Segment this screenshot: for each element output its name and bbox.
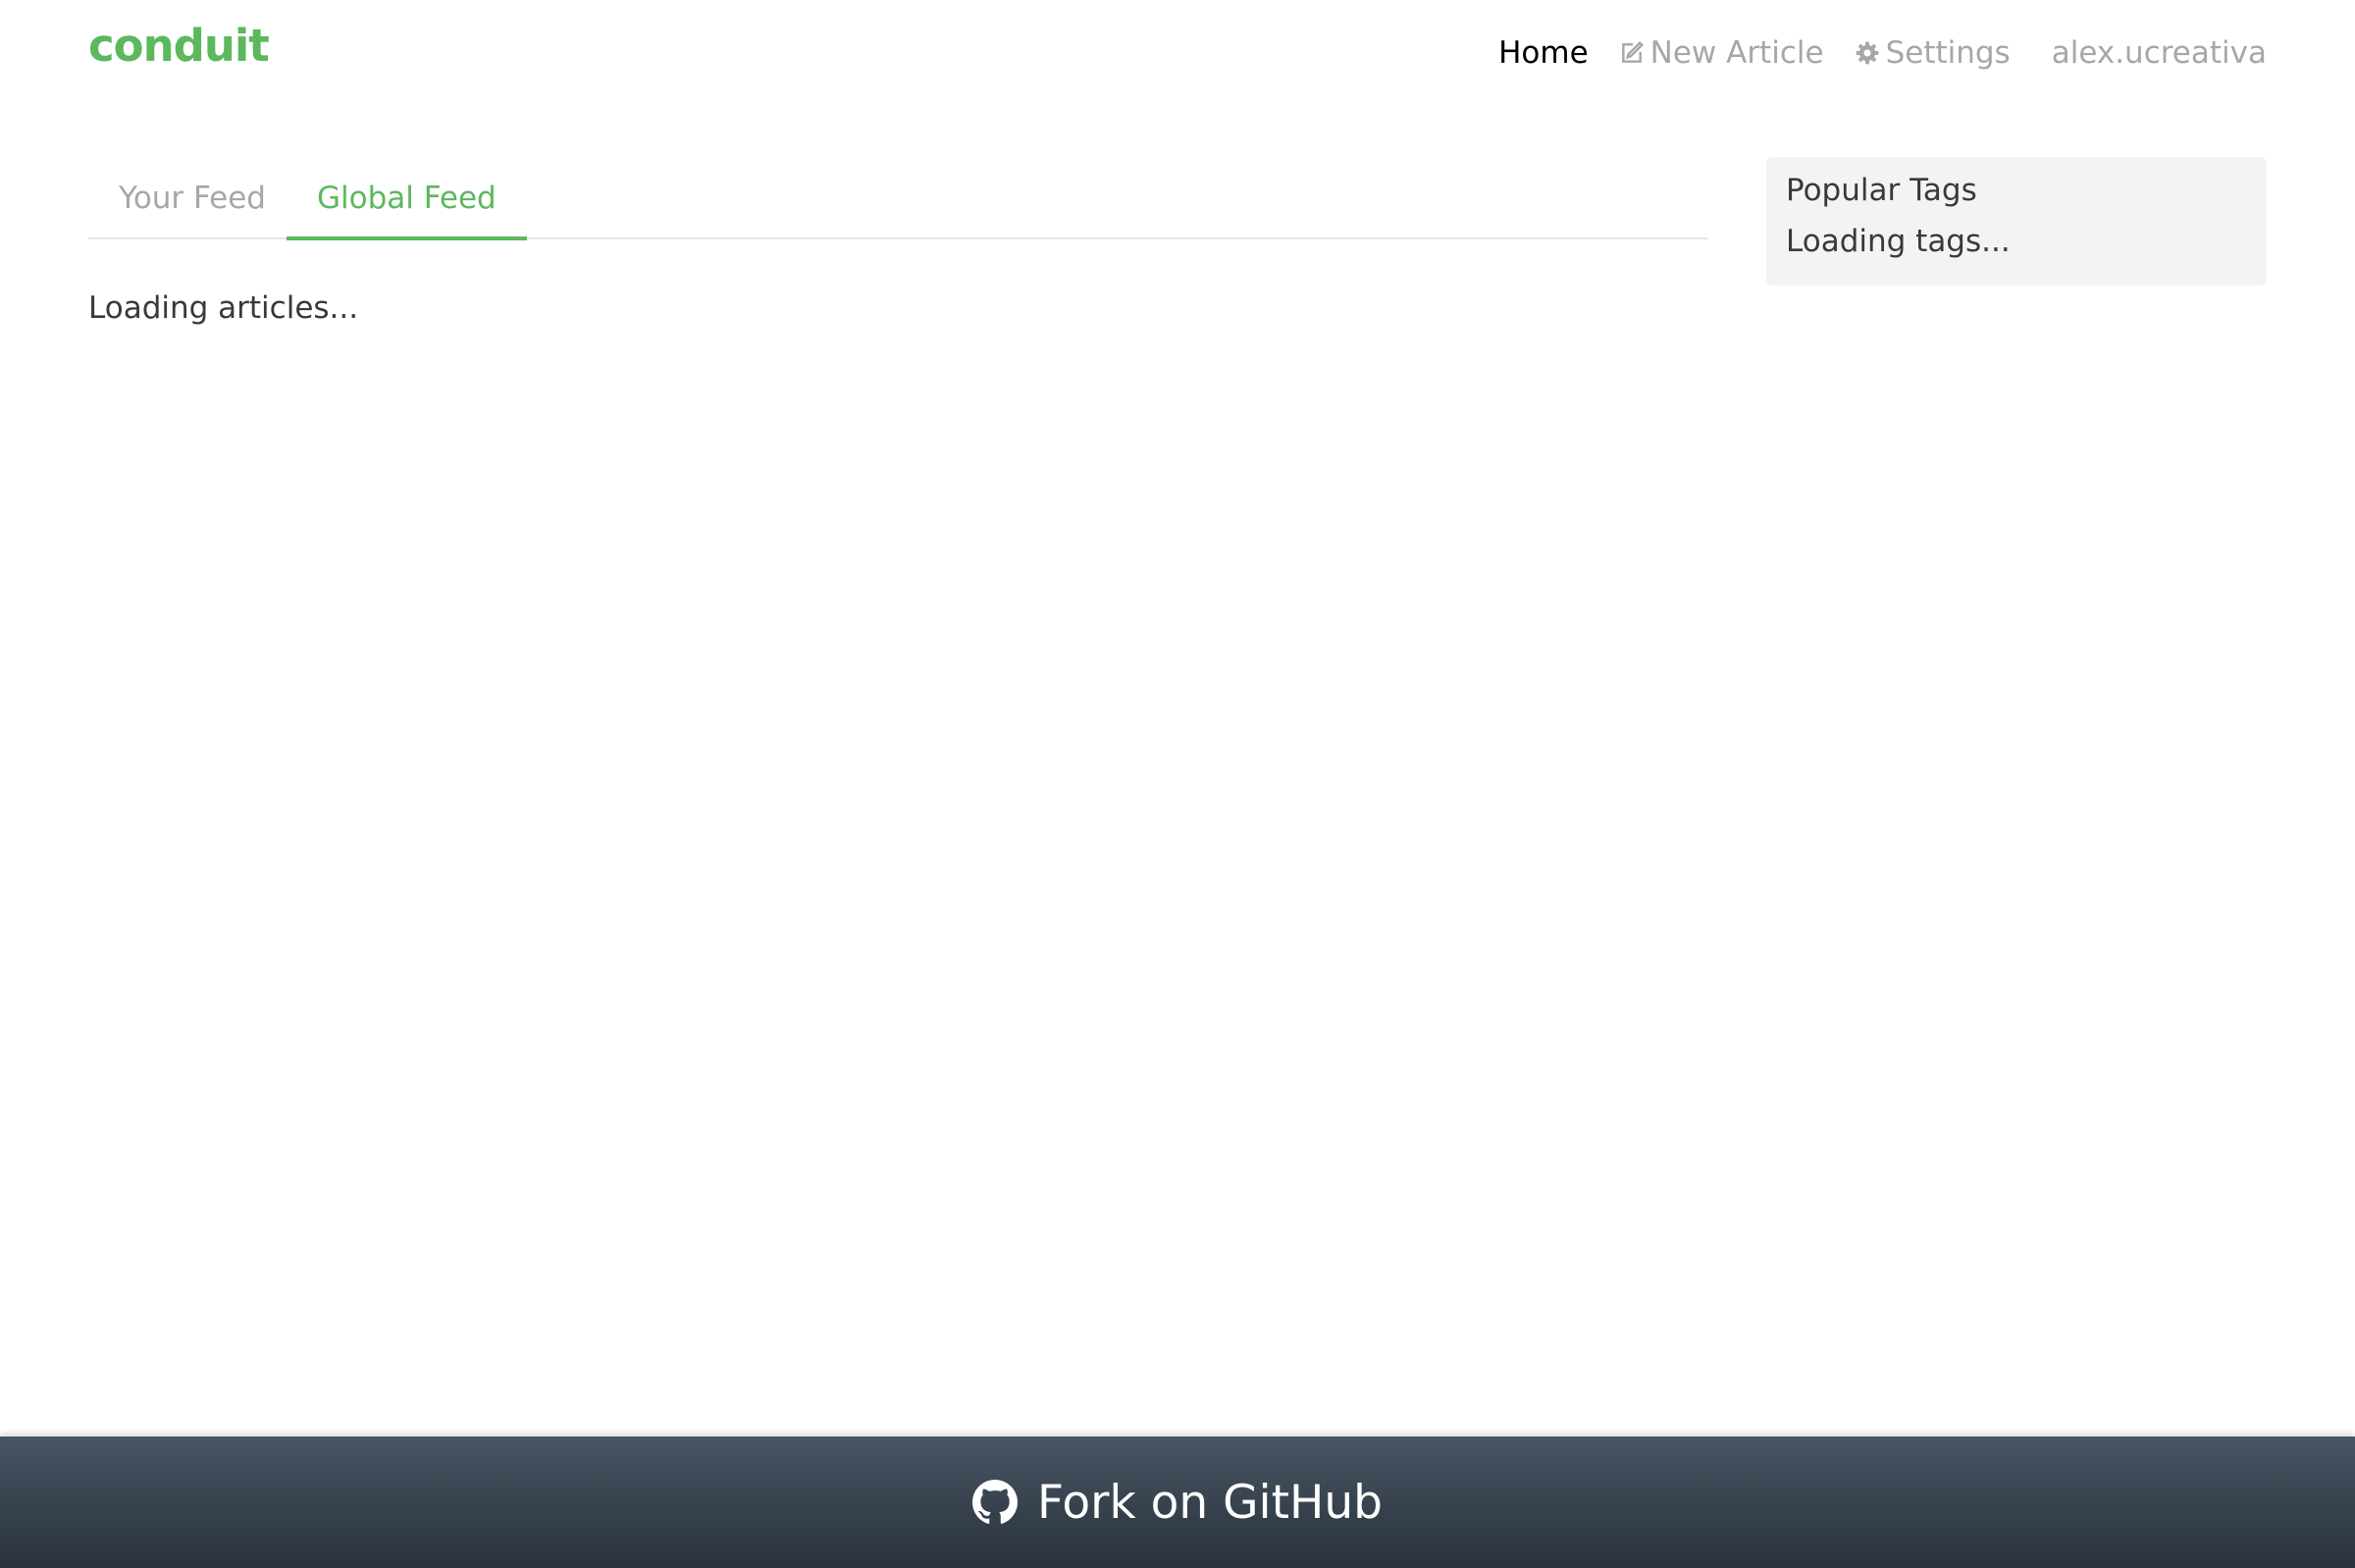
footer-link[interactable]: Fork on GitHub <box>972 1476 1383 1530</box>
brand-logo[interactable]: conduit <box>88 20 270 72</box>
nav-link-home[interactable]: Home <box>1498 33 1589 73</box>
footer-label: Fork on GitHub <box>1037 1475 1383 1530</box>
github-icon <box>972 1480 1019 1525</box>
nav-links: Home New Article Settings alex.ucreativa <box>1468 33 2267 73</box>
nav-link-settings[interactable]: Settings <box>1855 33 2011 73</box>
nav-link-profile[interactable]: alex.ucreativa <box>2052 33 2267 73</box>
feed-tabs: Your Feed Global Feed <box>88 157 1707 240</box>
nav-link-settings-label: Settings <box>1885 35 2011 71</box>
edit-icon <box>1619 40 1645 66</box>
gear-icon <box>1855 40 1880 66</box>
nav-link-home-label: Home <box>1498 35 1589 71</box>
popular-tags-sidebar: Popular Tags Loading tags... <box>1766 157 2267 286</box>
nav-link-new-article[interactable]: New Article <box>1619 33 1824 73</box>
fork-on-github-footer[interactable]: Fork on GitHub <box>0 1437 2355 1568</box>
tags-loading-text: Loading tags... <box>1786 224 2011 259</box>
navbar: conduit Home New Article Settings alex.u… <box>0 0 2355 106</box>
articles-loading-text: Loading articles... <box>88 290 359 326</box>
nav-link-profile-label: alex.ucreativa <box>2051 35 2267 71</box>
tab-your-feed[interactable]: Your Feed <box>88 157 296 239</box>
nav-link-new-article-label: New Article <box>1649 35 1824 71</box>
sidebar-title: Popular Tags <box>1786 173 1977 208</box>
tab-global-feed[interactable]: Global Feed <box>287 157 527 240</box>
